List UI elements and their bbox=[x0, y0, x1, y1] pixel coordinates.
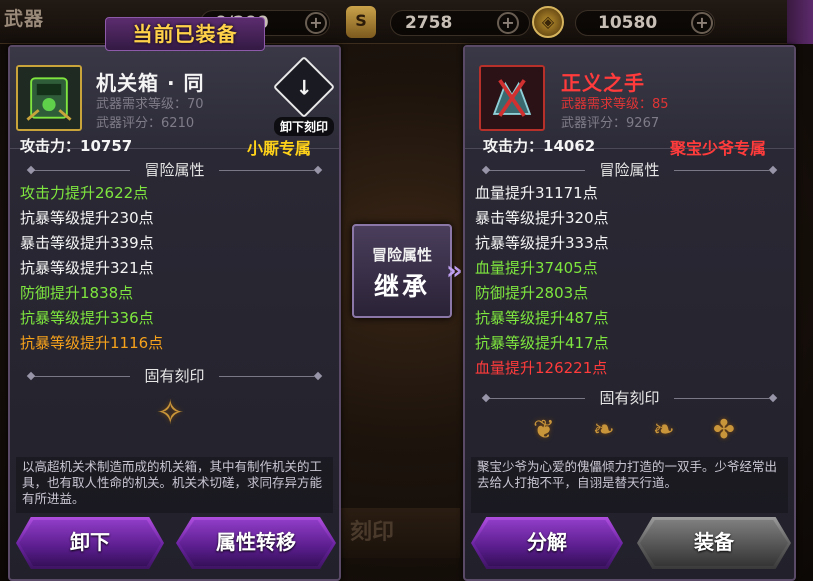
equipped-weapon-panel: 机关箱 · 同 武器需求等级：70 武器评分：6210 ↓ 卸下刻印 攻击力：1… bbox=[8, 17, 341, 581]
equipped-attack-row: 攻击力：10757 bbox=[20, 137, 133, 155]
scroll-currency-icon: S bbox=[346, 6, 376, 38]
attribute-line: 防御提升2803点 bbox=[475, 284, 589, 302]
adventure-attributes-title: 冒险属性 bbox=[16, 159, 333, 181]
attribute-line: 暴击等级提升320点 bbox=[475, 209, 609, 227]
decompose-button-label: 分解 bbox=[527, 530, 567, 554]
score-value: 6210 bbox=[161, 116, 195, 131]
attribute-line: 血量提升37405点 bbox=[475, 259, 598, 277]
decompose-button[interactable]: 分解 bbox=[471, 517, 623, 569]
inherit-line-1: 冒险属性 bbox=[371, 246, 432, 264]
score-label: 武器评分 bbox=[96, 116, 149, 131]
attribute-line: 攻击力提升2622点 bbox=[20, 184, 149, 202]
attribute-line: 抗暴等级提升1116点 bbox=[20, 334, 164, 352]
adventure-attributes-section: 冒险属性 血量提升31171点 暴击等级提升320点 抗暴等级提升333点 血量… bbox=[471, 159, 788, 381]
attribute-line: 抗暴等级提升333点 bbox=[475, 234, 609, 252]
req-level-label: 武器需求等级 bbox=[96, 97, 175, 112]
equipped-attribute-list: 攻击力提升2622点 抗暴等级提升230点 暴击等级提升339点 抗暴等级提升3… bbox=[16, 181, 333, 356]
unequip-button-label: 卸下 bbox=[70, 530, 110, 554]
adventure-attributes-section: 冒险属性 攻击力提升2622点 抗暴等级提升230点 暴击等级提升339点 抗暴… bbox=[16, 159, 333, 356]
req-level-value: 70 bbox=[187, 97, 204, 112]
attribute-line: 暴击等级提升339点 bbox=[20, 234, 154, 252]
unequip-engrave-icon[interactable]: ↓ bbox=[272, 55, 336, 119]
attack-label: 攻击力 bbox=[483, 137, 529, 155]
unequip-engrave-control[interactable]: ↓ 卸下刻印 bbox=[272, 55, 336, 136]
top-right-decoration bbox=[787, 0, 813, 44]
exclusive-tag: 小厮专属 bbox=[247, 139, 312, 158]
attribute-line: 抗暴等级提升417点 bbox=[475, 334, 609, 352]
compare-weapon-panel: 正义之手 武器需求等级：85 武器评分：9267 攻击力：14062 聚宝少爷专… bbox=[463, 45, 796, 581]
attribute-line: 抗暴等级提升230点 bbox=[20, 209, 154, 227]
currently-equipped-banner: 当前已装备 bbox=[105, 17, 265, 51]
inherent-engrave-section: 固有刻印 bbox=[471, 387, 788, 409]
equip-button[interactable]: 装备 bbox=[637, 517, 791, 569]
mechanism-box-icon[interactable] bbox=[16, 65, 82, 131]
screen-title: 武器 bbox=[4, 8, 45, 30]
inherent-engrave-runes: ❦ ❧ ❧ ✤ bbox=[471, 413, 788, 453]
engrave-rune-icon[interactable]: ❧ bbox=[593, 415, 615, 445]
inherent-engrave-section: 固有刻印 bbox=[16, 365, 333, 387]
engrave-rune-icon[interactable]: ❧ bbox=[653, 415, 675, 445]
engrave-rune-icon[interactable]: ✧ bbox=[156, 393, 185, 433]
attack-value: 10757 bbox=[80, 137, 133, 155]
attribute-line: 血量提升126221点 bbox=[475, 359, 608, 377]
compare-weapon-header: 正义之手 武器需求等级：85 武器评分：9267 攻击力：14062 聚宝少爷专… bbox=[465, 47, 794, 158]
equipped-weapon-header: 机关箱 · 同 武器需求等级：70 武器评分：6210 ↓ 卸下刻印 攻击力：1… bbox=[10, 47, 339, 158]
attribute-line: 抗暴等级提升487点 bbox=[475, 309, 609, 327]
coin-currency-icon: ◈ bbox=[532, 6, 564, 38]
compare-attack-row: 攻击力：14062 bbox=[483, 137, 596, 155]
engrave-rune-icon[interactable]: ❦ bbox=[533, 415, 555, 445]
weapon-description: 聚宝少爷为心爱的傀儡倾力打造的一双手。少爷经常出去给人打抱不平，自诩是替天行道。 bbox=[471, 457, 788, 513]
add-currency-2-button[interactable]: + bbox=[497, 12, 519, 34]
inherit-adventure-attributes-button[interactable]: 冒险属性 继承 bbox=[352, 224, 452, 318]
background-engrave-button: 刻印 bbox=[340, 508, 460, 558]
attribute-line: 防御提升1838点 bbox=[20, 284, 134, 302]
unequip-engrave-label[interactable]: 卸下刻印 bbox=[274, 117, 334, 136]
compare-attribute-list: 血量提升31171点 暴击等级提升320点 抗暴等级提升333点 血量提升374… bbox=[471, 181, 788, 381]
compare-score-row: 武器评分：9267 bbox=[561, 116, 660, 131]
attack-label: 攻击力 bbox=[20, 137, 66, 155]
hand-of-justice-icon[interactable] bbox=[479, 65, 545, 131]
add-currency-1-button[interactable]: + bbox=[305, 12, 327, 34]
attribute-line: 抗暴等级提升321点 bbox=[20, 259, 154, 277]
arrow-right-icon: » bbox=[446, 256, 463, 286]
inherit-line-2: 继承 bbox=[373, 272, 430, 301]
inherent-engrave-title: 固有刻印 bbox=[16, 365, 333, 387]
req-level-value: 85 bbox=[652, 97, 669, 112]
engrave-rune-icon[interactable]: ✤ bbox=[713, 415, 735, 445]
score-label: 武器评分 bbox=[561, 116, 614, 131]
attribute-line: 血量提升31171点 bbox=[475, 184, 598, 202]
unequip-button[interactable]: 卸下 bbox=[16, 517, 164, 569]
equipped-weapon-name: 机关箱 · 同 bbox=[96, 71, 205, 95]
inherent-engrave-title: 固有刻印 bbox=[471, 387, 788, 409]
attribute-line: 抗暴等级提升336点 bbox=[20, 309, 154, 327]
equipped-req-level-row: 武器需求等级：70 bbox=[96, 97, 204, 112]
attack-value: 14062 bbox=[543, 137, 596, 155]
exclusive-tag: 聚宝少爷专属 bbox=[670, 139, 767, 158]
attribute-transfer-button-label: 属性转移 bbox=[216, 530, 296, 554]
compare-weapon-name: 正义之手 bbox=[561, 71, 645, 95]
compare-req-level-row: 武器需求等级：85 bbox=[561, 97, 669, 112]
score-value: 9267 bbox=[626, 116, 660, 131]
weapon-description: 以高超机关术制造而成的机关箱，其中有制作机关的工具，也有取人性命的机关。机关术切… bbox=[16, 457, 333, 513]
equipped-score-row: 武器评分：6210 bbox=[96, 116, 195, 131]
adventure-attributes-title: 冒险属性 bbox=[471, 159, 788, 181]
add-currency-3-button[interactable]: + bbox=[691, 12, 713, 34]
equip-button-label: 装备 bbox=[694, 530, 734, 554]
attribute-transfer-button[interactable]: 属性转移 bbox=[176, 517, 336, 569]
req-level-label: 武器需求等级 bbox=[561, 97, 640, 112]
